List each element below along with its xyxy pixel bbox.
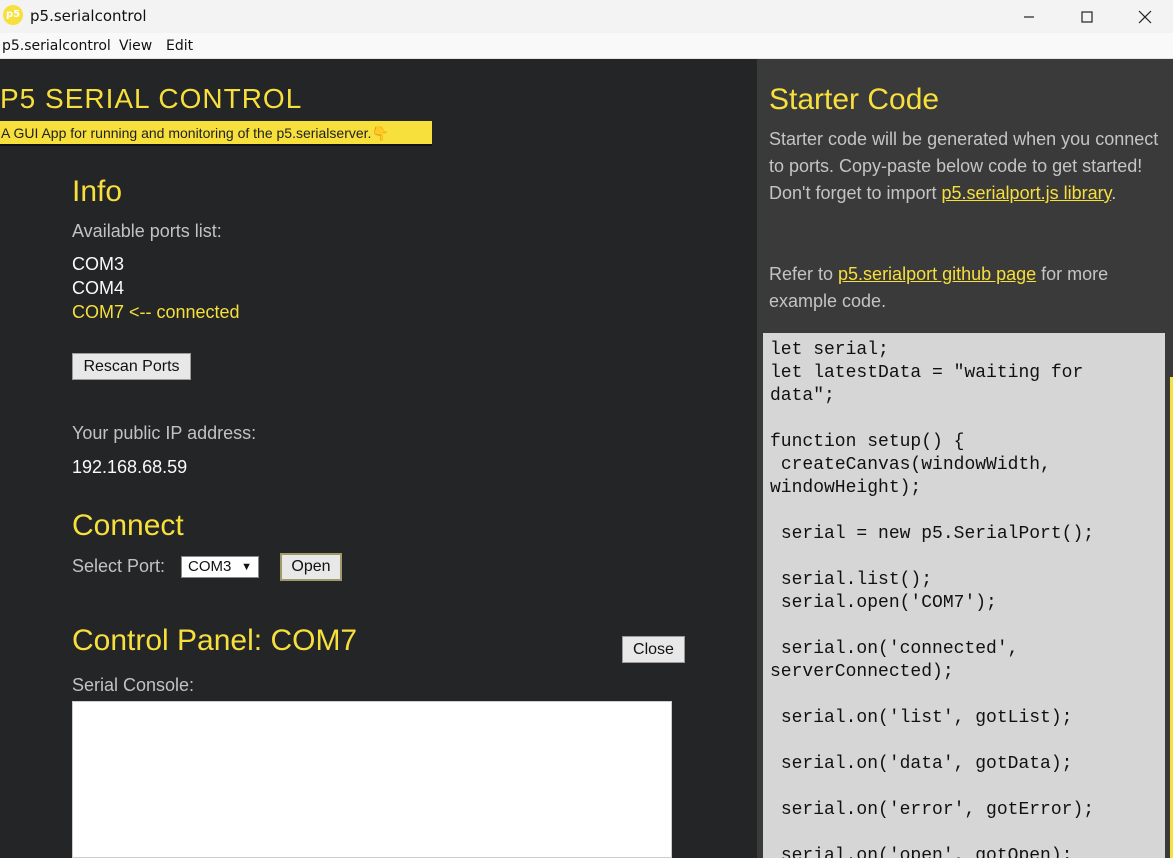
serialport-library-link[interactable]: p5.serialport.js library	[942, 183, 1112, 203]
port-select[interactable]: COM3 ▼	[181, 556, 259, 578]
ip-value: 192.168.68.59	[72, 457, 188, 477]
port-item: COM3	[72, 254, 125, 274]
serial-console-label: Serial Console:	[72, 675, 195, 695]
close-window-button[interactable]	[1116, 0, 1173, 33]
starter-intro: Starter code will be generated when you …	[769, 126, 1159, 207]
starter-code-panel: Starter Code Starter code will be genera…	[757, 59, 1173, 858]
close-port-button[interactable]: Close	[622, 636, 685, 663]
maximize-icon	[1081, 10, 1093, 23]
menu-bar: p5.serialcontrol View Edit	[0, 33, 1173, 59]
refer-text: Refer to	[769, 264, 839, 284]
caret-down-icon: ▼	[241, 561, 252, 573]
pointing-down-icon: 👇	[371, 125, 389, 141]
port-item: COM4	[72, 278, 125, 298]
main-panel: P5 SERIAL CONTROL A GUI App for running …	[0, 59, 757, 858]
starter-refer: Refer to p5.serialport github page for m…	[769, 261, 1159, 315]
starter-code-title: Starter Code	[769, 83, 940, 116]
minimize-button[interactable]	[1000, 0, 1058, 33]
port-select-value: COM3	[188, 558, 232, 575]
connect-title: Connect	[72, 509, 184, 542]
starter-code-block[interactable]: let serial; let latestData = "waiting fo…	[763, 333, 1165, 858]
maximize-button[interactable]	[1058, 0, 1116, 33]
rescan-ports-button[interactable]: Rescan Ports	[72, 353, 191, 380]
starter-intro-suffix: .	[1111, 183, 1117, 203]
open-port-button[interactable]: Open	[280, 553, 342, 581]
window-title: p5.serialcontrol	[30, 7, 147, 25]
tagline-text: A GUI App for running and monitoring of …	[1, 125, 372, 141]
title-bar: p5 p5.serialcontrol	[0, 0, 1173, 33]
menu-edit[interactable]: Edit	[166, 38, 193, 54]
minimize-icon	[1024, 15, 1034, 18]
ports-list-label: Available ports list:	[72, 221, 222, 241]
serial-console[interactable]	[72, 701, 672, 858]
select-port-label: Select Port:	[72, 556, 166, 576]
port-item-connected: COM7 <-- connected	[72, 302, 240, 322]
tagline-banner: A GUI App for running and monitoring of …	[0, 121, 432, 146]
github-page-link[interactable]: p5.serialport github page	[838, 264, 1036, 284]
menu-p5-serialcontrol[interactable]: p5.serialcontrol	[2, 38, 111, 54]
menu-view[interactable]: View	[119, 38, 152, 54]
ip-label: Your public IP address:	[72, 423, 257, 443]
control-panel-title: Control Panel: COM7	[72, 624, 358, 657]
p5-app-icon: p5	[3, 5, 23, 25]
info-title: Info	[72, 175, 123, 208]
brand-title: P5 SERIAL CONTROL	[0, 83, 303, 114]
close-icon	[1138, 10, 1152, 23]
